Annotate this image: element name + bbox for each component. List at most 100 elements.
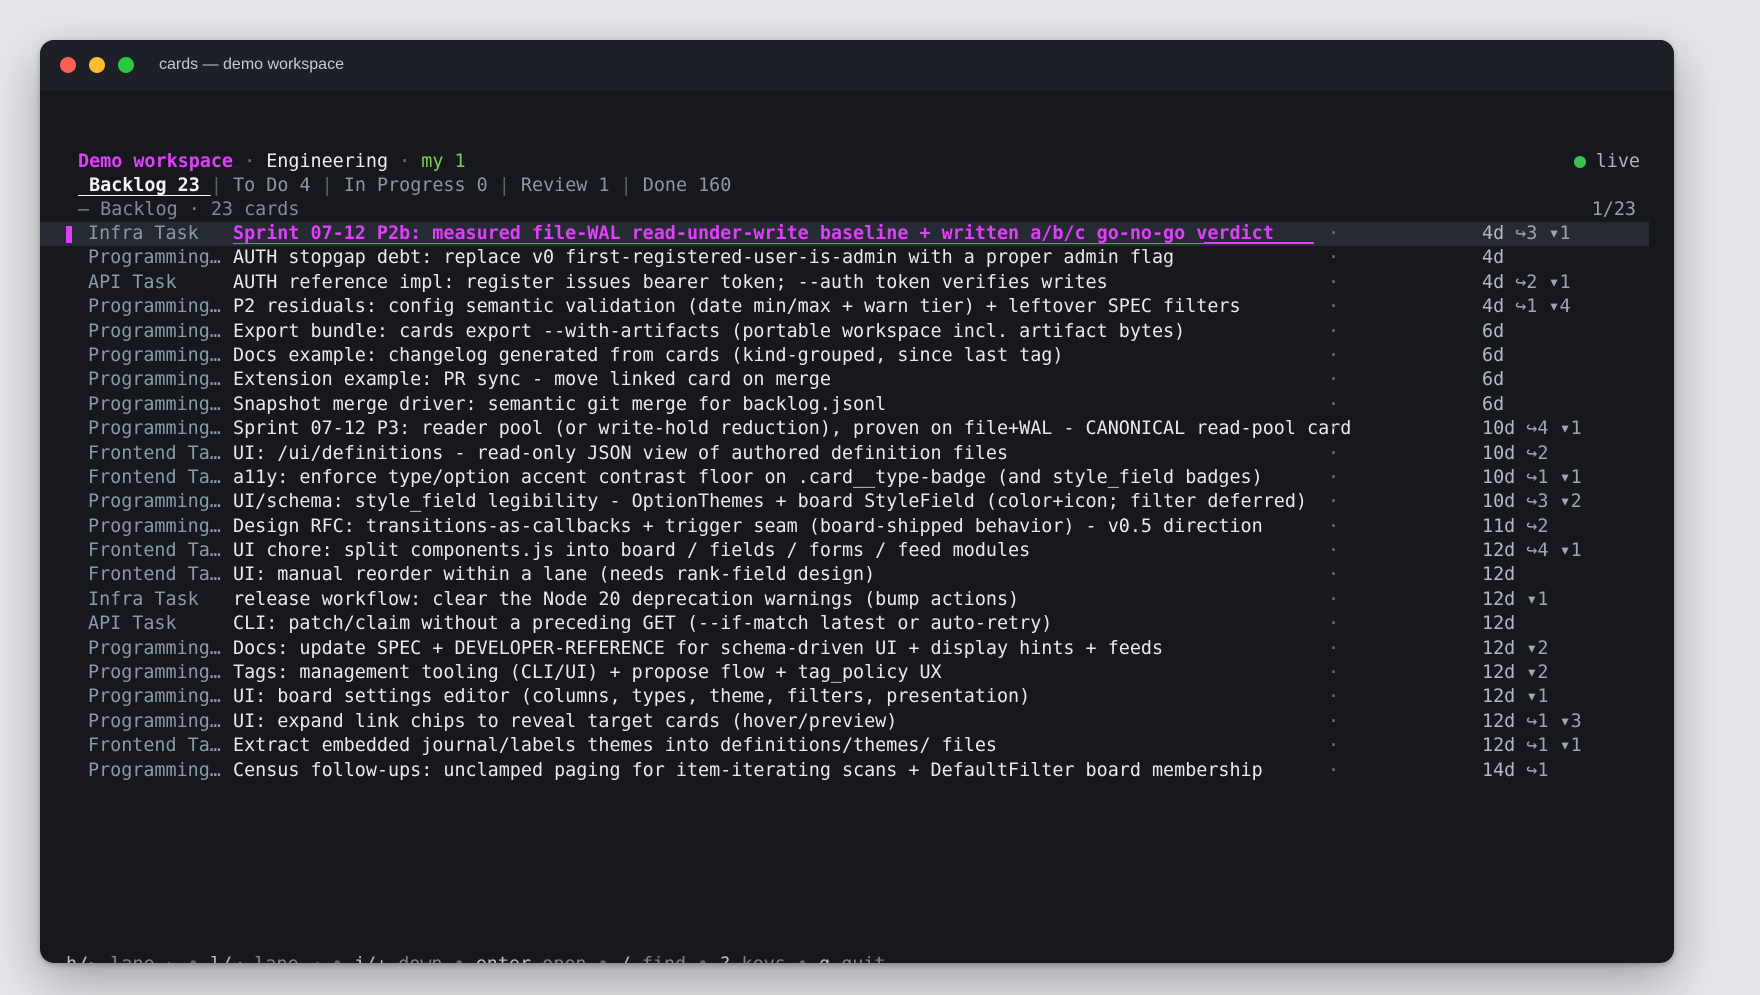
card-age: 12d [1482, 735, 1516, 757]
card-kind: Frontend Ta… [88, 442, 221, 464]
card-title: AUTH stopgap debt: replace v0 first-regi… [233, 247, 1175, 269]
card-row[interactable]: Programming… UI/schema: style_field legib… [40, 490, 1674, 514]
card-age: 4d [1482, 223, 1505, 244]
card-title: AUTH reference impl: register issues bea… [233, 271, 1108, 293]
card-row[interactable]: Frontend Ta… Extract embedded journal/lab… [40, 734, 1674, 758]
card-row[interactable]: Programming… Snapshot merge driver: seman… [40, 393, 1674, 417]
card-title: Census follow-ups: unclamped paging for … [233, 759, 1263, 781]
card-kind: Infra Task [88, 588, 199, 610]
live-status: live [1573, 150, 1640, 174]
card-link-counts: ▾1 [1526, 686, 1549, 708]
card-age: 12d [1482, 686, 1516, 708]
workspace-name[interactable]: Demo workspace [78, 151, 233, 172]
card-title: UI: manual reorder within a lane (needs … [233, 564, 876, 586]
lane-position: 1/23 [1591, 199, 1636, 220]
card-row[interactable]: Infra Task release workflow: clear the No… [40, 588, 1674, 612]
card-kind: Programming… [88, 637, 221, 659]
title-bar: cards — demo workspace [40, 40, 1674, 90]
tab-separator: | [321, 175, 333, 196]
card-age: 4d [1482, 247, 1505, 269]
tab-done[interactable]: Done 160 [632, 175, 732, 196]
lane-header: — Backlog · 23 cards [78, 199, 300, 220]
card-row[interactable]: Frontend Ta… UI: manual reorder within a … [40, 563, 1674, 587]
card-kind: Infra Task [88, 223, 199, 244]
tab-backlog[interactable]: Backlog 23 [78, 175, 211, 196]
card-meta: 12d ▾2 [1482, 661, 1548, 685]
card-row[interactable]: Programming… UI: expand link chips to rev… [40, 710, 1674, 734]
card-row-selected[interactable]: Infra Task Sprint 07-12 P2b: measured fil… [40, 222, 1649, 247]
card-row[interactable]: Programming… Design RFC: transitions-as-c… [40, 515, 1674, 539]
card-dot: · [1328, 320, 1340, 342]
card-row[interactable]: Programming… UI: board settings editor (c… [40, 685, 1674, 709]
card-age: 11d [1482, 515, 1516, 537]
card-meta: 12d ▾1 [1482, 685, 1548, 709]
card-meta: 4d ↪3 ▾1 [1482, 222, 1571, 246]
card-title: Design RFC: transitions-as-callbacks + t… [233, 515, 1263, 537]
card-dot: · [1328, 247, 1340, 269]
card-meta: 10d ↪4 ▾1 [1482, 417, 1582, 441]
card-dot: · [1328, 710, 1340, 732]
card-link-counts: ↪1 ▾1 [1526, 735, 1582, 757]
live-label: live [1595, 151, 1640, 172]
card-row[interactable]: Programming… Export bundle: cards export … [40, 320, 1674, 344]
card-age: 6d [1482, 344, 1505, 366]
card-row[interactable]: Programming… Docs: update SPEC + DEVELOPE… [40, 637, 1674, 661]
hint-separator: • [586, 954, 619, 963]
card-row[interactable]: Programming… Tags: management tooling (CL… [40, 661, 1674, 685]
card-kind: API Task [88, 613, 177, 635]
card-title: Docs: update SPEC + DEVELOPER-REFERENCE … [233, 637, 1164, 659]
hint-key: j/↓ [354, 954, 387, 963]
card-row[interactable]: Frontend Ta… UI: /ui/definitions - read-o… [40, 442, 1674, 466]
card-meta: 4d ↪2 ▾1 [1482, 271, 1571, 295]
card-title: CLI: patch/claim without a preceding GET… [233, 613, 1053, 635]
card-row[interactable]: Frontend Ta… a11y: enforce type/option ac… [40, 466, 1674, 490]
live-dot-icon [1573, 156, 1586, 169]
hint-separator: • [177, 954, 210, 963]
card-dot: · [1328, 686, 1340, 708]
card-title: P2 residuals: config semantic validation… [233, 296, 1241, 318]
hint-action: down [398, 954, 442, 963]
card-list: Infra Task Sprint 07-12 P2b: measured fil… [40, 222, 1674, 783]
card-age: 10d [1482, 466, 1516, 488]
card-row[interactable]: Programming… P2 residuals: config semanti… [40, 295, 1674, 319]
terminal-content: Demo workspace · Engineering · my 1 live… [40, 90, 1674, 963]
my-filter[interactable]: my 1 [421, 151, 465, 172]
tab-todo[interactable]: To Do 4 [222, 175, 322, 196]
card-row[interactable]: Programming… Sprint 07-12 P3: reader pool… [40, 417, 1674, 441]
tab-review[interactable]: Review 1 [510, 175, 621, 196]
card-meta: 10d ↪3 ▾2 [1482, 490, 1582, 514]
card-kind: Programming… [88, 686, 221, 708]
traffic-lights [60, 57, 134, 73]
hint-separator: • [321, 954, 354, 963]
card-row[interactable]: Programming… Docs example: changelog gene… [40, 344, 1674, 368]
card-row[interactable]: Programming… AUTH stopgap debt: replace v… [40, 246, 1674, 270]
board-name[interactable]: Engineering [266, 151, 388, 172]
card-meta: 14d ↪1 [1482, 759, 1548, 783]
hint-action: quit [841, 954, 885, 963]
card-age: 10d [1482, 442, 1516, 464]
card-meta: 12d [1482, 612, 1515, 636]
card-kind: Frontend Ta… [88, 540, 221, 562]
card-row[interactable]: Frontend Ta… UI chore: split components.j… [40, 539, 1674, 563]
tab-in-progress[interactable]: In Progress 0 [333, 175, 499, 196]
close-window-button[interactable] [60, 57, 76, 73]
card-title: Tags: management tooling (CLI/UI) + prop… [233, 662, 942, 684]
card-dot: · [1328, 393, 1340, 415]
zoom-window-button[interactable] [118, 57, 134, 73]
card-kind: Programming… [88, 247, 221, 269]
card-dot: · [1328, 418, 1340, 440]
hint-key: h/← [66, 954, 99, 963]
card-link-counts: ↪1 ▾3 [1526, 710, 1582, 732]
card-meta: 4d ↪1 ▾4 [1482, 295, 1571, 319]
card-age: 6d [1482, 369, 1505, 391]
card-title: Export bundle: cards export --with-artif… [233, 320, 1186, 342]
minimize-window-button[interactable] [89, 57, 105, 73]
hint-action: lane → [254, 954, 320, 963]
card-row[interactable]: API Task AUTH reference impl: register is… [40, 271, 1674, 295]
card-link-counts: ↪2 ▾1 [1515, 271, 1571, 293]
card-age: 12d [1482, 588, 1516, 610]
card-age: 6d [1482, 393, 1505, 415]
card-row[interactable]: Programming… Census follow-ups: unclamped… [40, 759, 1674, 783]
card-row[interactable]: Programming… Extension example: PR sync -… [40, 368, 1674, 392]
card-row[interactable]: API Task CLI: patch/claim without a prece… [40, 612, 1674, 636]
